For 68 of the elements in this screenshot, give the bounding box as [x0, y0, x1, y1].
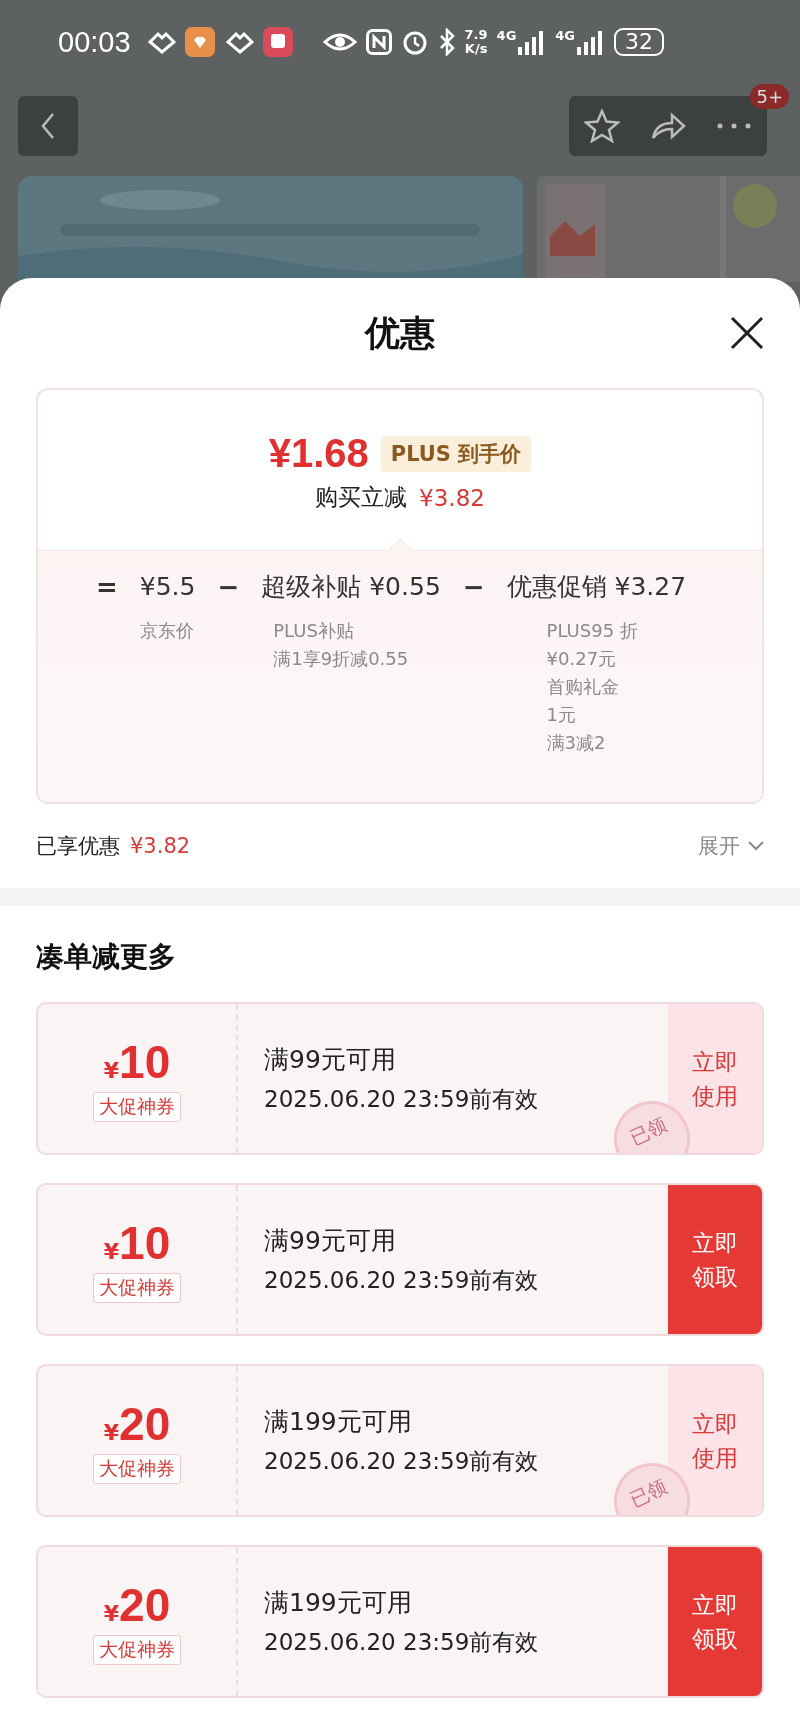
coupon-button[interactable]: 立即领取 [668, 1185, 762, 1334]
price-component: 优惠促销 ¥3.27 [506, 571, 687, 603]
coupon-validity: 2025.06.20 23:59前有效 [264, 1265, 540, 1295]
coupon-condition: 满99元可用 [264, 1224, 397, 1257]
coupon-value: 20 [119, 1397, 171, 1450]
close-icon[interactable] [730, 316, 764, 350]
operator-sign: − [217, 571, 240, 604]
notification-badge: 5+ [750, 84, 789, 109]
coupon-validity: 2025.06.20 23:59前有效 [264, 1446, 540, 1476]
share-icon[interactable] [650, 111, 686, 141]
component-note: 满3减2 [546, 731, 607, 755]
coupon-validity: 2025.06.20 23:59前有效 [264, 1084, 540, 1114]
eye-icon [322, 30, 357, 54]
component-note: 1元 [546, 703, 578, 727]
coupon-condition: 满199元可用 [264, 1586, 413, 1619]
coupon-button[interactable]: 立即领取 [668, 1547, 762, 1696]
currency-sign: ¥ [103, 1057, 120, 1083]
coupon-value: 10 [119, 1035, 171, 1088]
back-icon [40, 112, 56, 140]
coupon-tag: 大促神券 [93, 1634, 181, 1665]
operator-sign: − [462, 571, 485, 604]
star-icon[interactable] [584, 109, 620, 143]
heart-icon [223, 30, 254, 54]
coupon-tag: 大促神券 [93, 1453, 181, 1484]
discount-label: 已享优惠 [36, 833, 120, 860]
network-type: 4G [555, 29, 576, 43]
network-type: 4G [496, 29, 517, 43]
component-note: 首购礼金 [546, 675, 620, 699]
network-speed-unit: K/s [464, 42, 488, 56]
clock-time: 00:03 [58, 25, 131, 59]
currency-sign: ¥ [103, 1419, 120, 1445]
coupon-button[interactable]: 立即使用 [668, 1366, 762, 1515]
component-note: PLUS95 折 [546, 619, 639, 643]
more-icon[interactable] [716, 122, 752, 130]
coupon-tag: 大促神券 [93, 1272, 181, 1303]
coupon-tag: 大促神券 [93, 1091, 181, 1122]
app-icon [262, 27, 293, 57]
saving-amount: ¥3.82 [419, 484, 485, 511]
coupon-condition: 满99元可用 [264, 1043, 397, 1076]
battery-level: 32 [614, 28, 665, 56]
component-note: 满1享9折减0.55 [273, 647, 410, 671]
final-price: ¥1.68 [268, 431, 369, 476]
price-component: ¥5.5 [139, 571, 196, 603]
saving-label: 购买立减 [315, 483, 408, 512]
nfc-icon [365, 29, 392, 55]
currency-sign: ¥ [103, 1600, 120, 1626]
discount-amount: ¥3.82 [130, 834, 191, 858]
operator-sign: = [96, 571, 118, 604]
network-speed: 7.9 [464, 28, 488, 42]
section-title: 凑单减更多 [36, 939, 177, 975]
back-button[interactable] [18, 96, 78, 156]
coupon-validity: 2025.06.20 23:59前有效 [264, 1627, 540, 1657]
price-tag: PLUS 到手价 [380, 435, 532, 472]
heart-icon [145, 30, 176, 54]
coupon-button[interactable]: 立即使用 [668, 1004, 762, 1153]
component-note: 京东价 [139, 619, 195, 643]
currency-sign: ¥ [103, 1238, 120, 1264]
component-note: PLUS补贴 [273, 619, 355, 643]
expand-toggle[interactable]: 展开 [698, 832, 764, 860]
price-component: 超级补贴 ¥0.55 [261, 571, 441, 603]
coupon-condition: 满199元可用 [264, 1405, 413, 1438]
coupon-value: 10 [119, 1216, 171, 1269]
app-icon [184, 27, 215, 57]
bluetooth-icon [437, 28, 456, 56]
component-note: ¥0.27元 [546, 647, 618, 671]
chevron-icon [748, 841, 764, 851]
sheet-title: 优惠 [365, 311, 435, 355]
coupon-value: 20 [119, 1578, 171, 1631]
